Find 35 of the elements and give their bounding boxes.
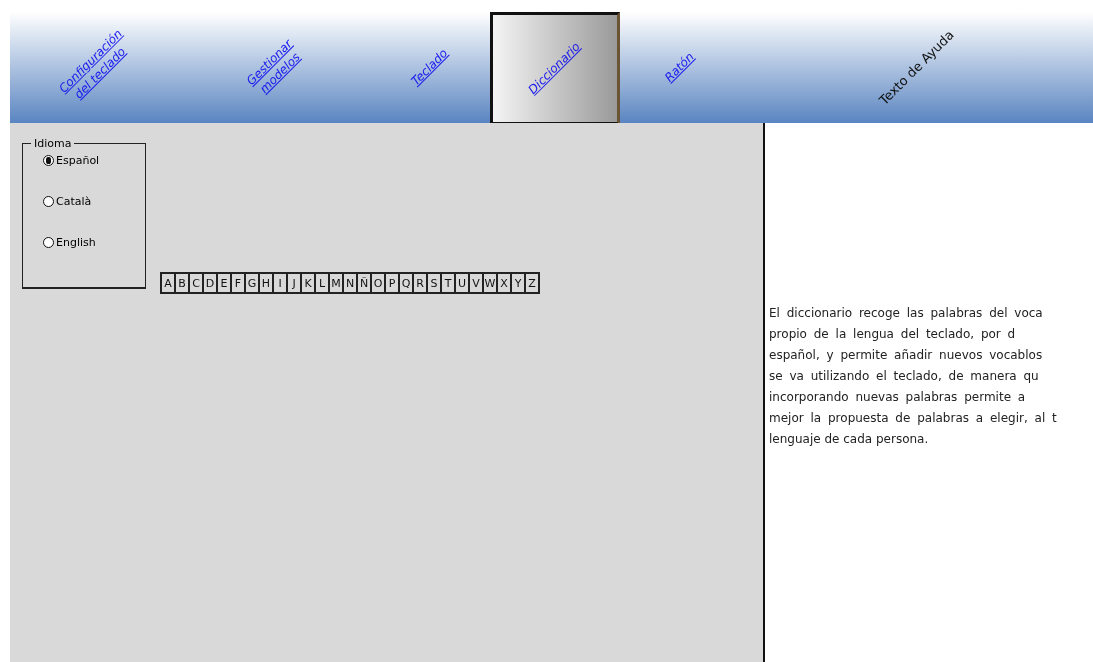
letter-button[interactable]: Z xyxy=(525,273,539,293)
letter-button[interactable]: G xyxy=(245,273,259,293)
letter-button[interactable]: H xyxy=(259,273,273,293)
letter-button[interactable]: P xyxy=(385,273,399,293)
letter-button[interactable]: A xyxy=(161,273,175,293)
letter-button[interactable]: C xyxy=(189,273,203,293)
letter-button[interactable]: D xyxy=(203,273,217,293)
letter-button[interactable]: V xyxy=(469,273,483,293)
letter-button[interactable]: E xyxy=(217,273,231,293)
radio-label: Español xyxy=(56,154,100,167)
language-radio[interactable]: English xyxy=(43,236,145,249)
letter-button[interactable]: L xyxy=(315,273,329,293)
letter-button[interactable]: Ñ xyxy=(357,273,371,293)
letter-button[interactable]: F xyxy=(231,273,245,293)
letter-button[interactable]: T xyxy=(441,273,455,293)
letter-button[interactable]: X xyxy=(497,273,511,293)
letter-button[interactable]: U xyxy=(455,273,469,293)
letter-button[interactable]: W xyxy=(483,273,497,293)
letter-button[interactable]: R xyxy=(413,273,427,293)
radio-label: Català xyxy=(56,195,92,208)
letter-button[interactable]: Q xyxy=(399,273,413,293)
radio-label: English xyxy=(56,236,96,249)
letter-button[interactable]: M xyxy=(329,273,343,293)
letter-button[interactable]: N xyxy=(343,273,357,293)
language-radio[interactable]: Català xyxy=(43,195,145,208)
letter-button[interactable]: B xyxy=(175,273,189,293)
help-text: El diccionario recoge las palabras del voca propio de la lengua del teclado, por d español, y permite añadir nuevos vocablos se va utilizando el teclado, de manera qu incorporando nuevas palabras permite a mejor la propuesta de palabras a elegir, al t lenguaje de cada persona. xyxy=(769,305,1058,448)
letter-button[interactable]: K xyxy=(301,273,315,293)
language-radio[interactable]: Español xyxy=(43,154,145,167)
letter-button[interactable]: O xyxy=(371,273,385,293)
group-title: Idioma xyxy=(33,137,73,150)
letter-button[interactable]: I xyxy=(273,273,287,293)
letter-button[interactable]: J xyxy=(287,273,301,293)
letter-button[interactable]: S xyxy=(427,273,441,293)
letter-button[interactable]: Y xyxy=(511,273,525,293)
